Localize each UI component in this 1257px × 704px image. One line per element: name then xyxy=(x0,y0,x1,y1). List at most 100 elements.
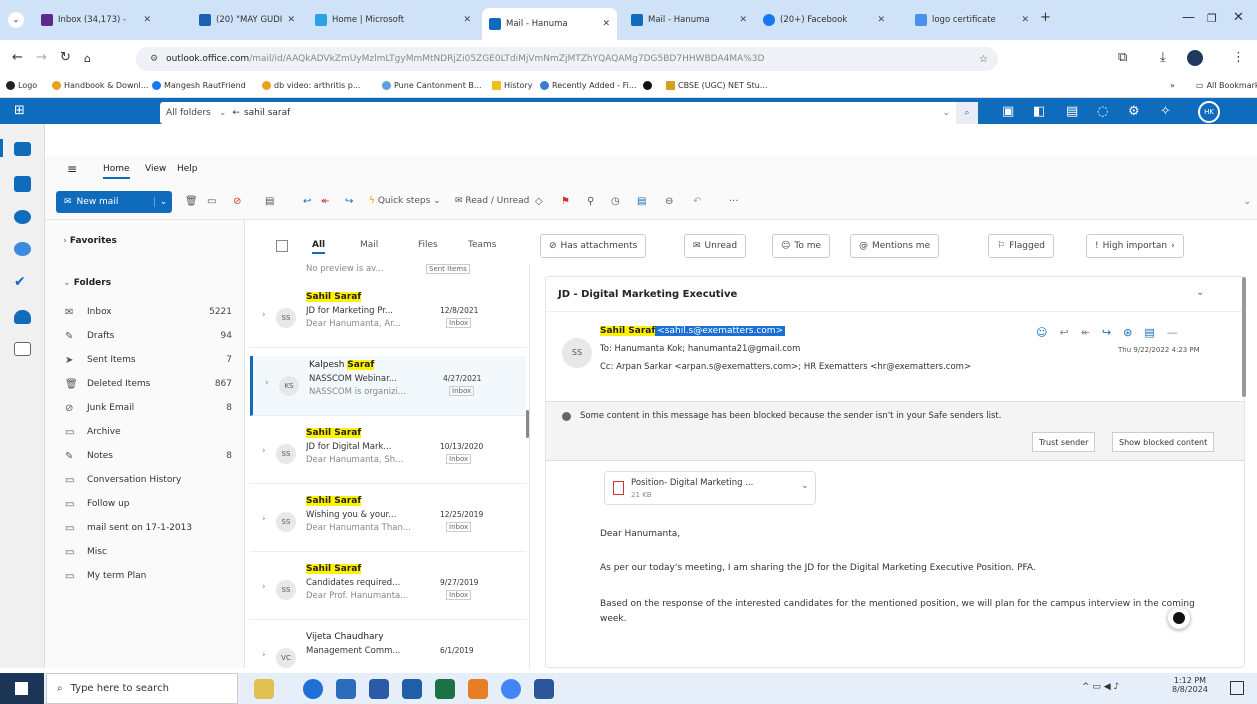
report-icon[interactable]: ⊘ xyxy=(233,196,241,207)
close-icon[interactable]: ✕ xyxy=(877,15,885,25)
categorize-icon[interactable]: ◇ xyxy=(535,196,543,207)
archive-icon[interactable]: ▭ xyxy=(207,196,216,207)
folder-item[interactable]: ▭ Follow up xyxy=(65,494,240,514)
system-tray[interactable]: ^ ▭ ◀ ♪ xyxy=(1082,682,1119,692)
todo-icon[interactable]: ✔ xyxy=(14,274,26,290)
tab-may-gudi[interactable]: (20) "MAY GUDI" ✕ xyxy=(192,7,302,33)
close-icon[interactable]: ✕ xyxy=(143,15,151,25)
chip-to-me[interactable]: ☺ To me xyxy=(772,234,831,258)
settings-gear-icon[interactable]: ⚙ xyxy=(1128,104,1140,119)
download-icon[interactable]: ⤓ xyxy=(1160,50,1166,65)
meet-now-icon[interactable]: ▣ xyxy=(1002,104,1014,119)
folder-item[interactable]: ▭ My term Plan xyxy=(65,566,240,586)
filter-all[interactable]: All xyxy=(312,240,326,254)
folders-header[interactable]: ⌄ Folders xyxy=(63,278,111,288)
apps-icon[interactable] xyxy=(14,342,31,356)
chip-unread[interactable]: ✉ Unread xyxy=(684,234,747,258)
flag-icon[interactable]: ⚑ xyxy=(561,196,570,207)
onedrive-icon[interactable] xyxy=(14,310,31,324)
avatar[interactable]: HK xyxy=(1198,101,1220,123)
bookmark-item[interactable]: Recently Added - Fi... xyxy=(540,81,636,90)
expand-chevron-icon[interactable]: › xyxy=(262,582,266,592)
maximize-button[interactable]: ❐ xyxy=(1207,12,1217,25)
folder-item[interactable]: ➤ Sent Items 7 xyxy=(65,350,240,370)
favorites-header[interactable]: › Favorites xyxy=(63,236,117,246)
bookmark-item[interactable]: Mangesh RautFriend xyxy=(152,81,246,90)
folder-item[interactable]: ▭ Misc xyxy=(65,542,240,562)
mail-icon[interactable] xyxy=(14,142,31,156)
pin-icon[interactable]: ⚲ xyxy=(587,196,594,207)
search-options-icon[interactable]: ⌄ xyxy=(942,108,950,118)
tab-search-button[interactable]: ⌄ xyxy=(8,12,24,28)
sender-avatar[interactable]: SS xyxy=(562,338,592,368)
close-icon[interactable]: ✕ xyxy=(1021,15,1029,25)
tips-icon[interactable]: ✧ xyxy=(1160,104,1171,119)
tab-help[interactable]: Help xyxy=(177,164,198,174)
calendar-icon[interactable] xyxy=(14,176,31,192)
tab-microsoft-home[interactable]: Home | Microsoft ✕ xyxy=(308,7,478,33)
my-day-icon[interactable]: ▤ xyxy=(1066,104,1078,119)
teams-icon[interactable]: ◧ xyxy=(1033,104,1045,119)
bookmark-item[interactable]: Handbook & Downl... xyxy=(52,81,148,90)
store-icon[interactable] xyxy=(369,679,389,699)
search-app-icon[interactable] xyxy=(468,679,488,699)
people-icon[interactable] xyxy=(14,210,31,224)
clock[interactable]: 1:12 PM 8/8/2024 xyxy=(1172,676,1208,694)
sender-line[interactable]: Sahil Saraf <sahil.s@exematters.com> xyxy=(600,326,786,336)
tab-gmail-inbox[interactable]: Inbox (34,173) - ✕ xyxy=(34,7,158,33)
trust-sender-button[interactable]: Trust sender xyxy=(1032,432,1096,452)
collapse-chevron-icon[interactable]: ⌄ xyxy=(1196,287,1204,298)
bookmark-item[interactable]: db video: arthritis p... xyxy=(262,81,360,90)
search-back-icon[interactable]: ← xyxy=(232,108,240,118)
hamburger-icon[interactable]: ≡ xyxy=(67,162,77,176)
window-close-button[interactable]: ✕ xyxy=(1233,10,1244,25)
extensions-icon[interactable]: ⧉ xyxy=(1118,50,1127,65)
expand-chevron-icon[interactable]: › xyxy=(262,310,266,320)
all-bookmarks[interactable]: ▭All Bookmarks xyxy=(1196,81,1257,90)
profile-icon[interactable] xyxy=(1187,50,1203,66)
tab-view[interactable]: View xyxy=(145,164,166,174)
close-icon[interactable]: ✕ xyxy=(739,15,747,25)
address-bar[interactable]: ⚙ outlook.office.com/mail/id/AAQkADVkZmU… xyxy=(136,47,998,71)
attachment-card[interactable]: Position- Digital Marketing ... 21 KB ⌄ xyxy=(604,471,816,505)
bookmark-item[interactable] xyxy=(643,81,652,90)
word-icon[interactable] xyxy=(534,679,554,699)
snooze-icon[interactable]: ◷ xyxy=(611,196,620,207)
filter-mail[interactable]: Mail xyxy=(360,240,378,250)
folder-item[interactable]: 🗑 Deleted Items 867 xyxy=(65,374,240,394)
expand-chevron-icon[interactable]: › xyxy=(262,514,266,524)
back-icon[interactable]: ← xyxy=(12,50,23,65)
list-scrollbar[interactable] xyxy=(526,410,529,438)
zoom-icon[interactable]: ⊖ xyxy=(665,196,673,207)
read-unread-button[interactable]: ✉ Read / Unread xyxy=(455,196,529,206)
expand-chevron-icon[interactable]: › xyxy=(262,650,266,660)
folder-item[interactable]: ✉ Inbox 5221 xyxy=(65,302,240,322)
tab-home[interactable]: Home xyxy=(103,164,130,179)
search-input[interactable]: sahil saraf xyxy=(244,108,290,118)
list-item[interactable]: › SS Sahil Saraf Wishing you & your... 12/25… xyxy=(250,492,526,552)
filter-files[interactable]: Files xyxy=(418,240,438,250)
folder-item[interactable]: ✎ Drafts 94 xyxy=(65,326,240,346)
taskbar-search[interactable]: ⌕ Type here to search xyxy=(46,673,238,704)
policy-icon[interactable]: ▤ xyxy=(637,196,646,207)
reply-icon[interactable]: ↩ xyxy=(303,196,311,207)
tab-mail-active[interactable]: Mail - Hanuma ✕ xyxy=(482,8,617,40)
folder-item[interactable]: ▭ Conversation History xyxy=(65,470,240,490)
new-tab-button[interactable]: + xyxy=(1040,10,1051,25)
list-item[interactable]: › KS Kalpesh Saraf NASSCOM Webinar... 4/27/2… xyxy=(250,356,526,416)
search-scope-dropdown[interactable]: All folders xyxy=(160,108,219,118)
close-icon[interactable]: ✕ xyxy=(602,19,610,29)
chip-mentions-me[interactable]: @ Mentions me xyxy=(850,234,940,258)
tab-mail-2[interactable]: Mail - Hanuma ✕ xyxy=(624,7,754,33)
reading-scrollbar[interactable] xyxy=(1242,277,1246,397)
show-blocked-content-button[interactable]: Show blocked content xyxy=(1112,432,1215,452)
bookmark-item[interactable]: CBSE (UGC) NET Stu... xyxy=(666,81,767,90)
undo-icon[interactable]: ↶ xyxy=(693,196,701,207)
tab-facebook[interactable]: (20+) Facebook ✕ xyxy=(756,7,892,33)
notification-center-icon[interactable] xyxy=(1230,681,1244,695)
search-box[interactable]: All folders ⌄ ← sahil saraf ⌄ ⌕ xyxy=(160,102,978,124)
expand-chevron-icon[interactable]: › xyxy=(262,446,266,456)
home-icon[interactable]: ⌂ xyxy=(84,52,91,65)
attachment-menu-icon[interactable]: ⌄ xyxy=(801,481,809,491)
chip-flagged[interactable]: ⚐ Flagged xyxy=(988,234,1054,258)
